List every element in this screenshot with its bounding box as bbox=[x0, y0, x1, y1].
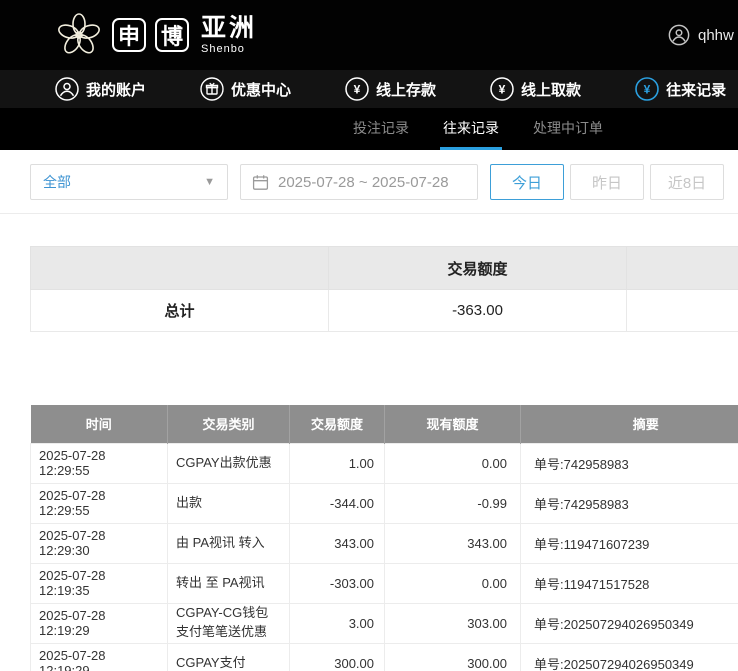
section-divider bbox=[0, 213, 738, 214]
cell-balance: 343.00 bbox=[385, 523, 521, 563]
filter-bar: 全部 ▼ 2025-07-28 ~ 2025-07-28 今日 昨日 近8日 bbox=[0, 150, 738, 200]
cell-memo: 单号:202507294026950349 bbox=[521, 603, 738, 643]
user-avatar-icon bbox=[668, 24, 690, 46]
cell-type: CGPAY出款优惠 bbox=[168, 443, 290, 483]
svg-text:¥: ¥ bbox=[499, 83, 506, 97]
cell-memo: 单号:742958983 bbox=[521, 443, 738, 483]
record-tabs: 投注记录 往来记录 处理中订单 bbox=[0, 108, 738, 150]
summary-amount-header: 交易额度 bbox=[329, 247, 627, 290]
cell-amount: 3.00 bbox=[290, 603, 385, 643]
cell-memo: 单号:119471607239 bbox=[521, 523, 738, 563]
table-row: 2025-07-28 12:29:55 CGPAY出款优惠 1.00 0.00 … bbox=[31, 443, 738, 483]
nav-item-my-account[interactable]: 我的账户 bbox=[55, 77, 146, 101]
cell-time: 2025-07-28 12:19:35 bbox=[31, 563, 168, 603]
summary-empty-header bbox=[627, 247, 738, 290]
quick-range-last8days-button[interactable]: 近8日 bbox=[650, 164, 724, 200]
cell-type: 由 PA视讯 转入 bbox=[168, 523, 290, 563]
cell-time: 2025-07-28 12:29:55 bbox=[31, 483, 168, 523]
flower-logo-icon bbox=[55, 11, 103, 59]
brand-text: 亚洲 Shenbo bbox=[201, 16, 257, 55]
tab-transaction-records[interactable]: 往来记录 bbox=[440, 108, 502, 150]
nav-item-records[interactable]: ¥ 往来记录 bbox=[635, 77, 726, 101]
cell-balance: 0.00 bbox=[385, 563, 521, 603]
tab-bet-records[interactable]: 投注记录 bbox=[350, 108, 412, 150]
quick-range-today-button[interactable]: 今日 bbox=[490, 164, 564, 200]
records-coin-icon: ¥ bbox=[635, 77, 659, 101]
table-row: 2025-07-28 12:19:35 转出 至 PA视讯 -303.00 0.… bbox=[31, 563, 738, 603]
cell-time: 2025-07-28 12:29:30 bbox=[31, 523, 168, 563]
cell-time: 2025-07-28 12:19:29 bbox=[31, 603, 168, 643]
cell-balance: -0.99 bbox=[385, 483, 521, 523]
cell-balance: 0.00 bbox=[385, 443, 521, 483]
cell-balance: 303.00 bbox=[385, 603, 521, 643]
brand-logo[interactable]: 申 博 亚洲 Shenbo bbox=[55, 11, 257, 59]
cell-amount: -344.00 bbox=[290, 483, 385, 523]
nav-item-withdrawal[interactable]: ¥ 线上取款 bbox=[490, 77, 581, 101]
date-range-input[interactable]: 2025-07-28 ~ 2025-07-28 bbox=[240, 164, 478, 200]
cell-amount: 300.00 bbox=[290, 643, 385, 671]
chevron-down-icon: ▼ bbox=[204, 176, 215, 188]
cell-type: 出款 bbox=[168, 483, 290, 523]
brand-name: 亚洲 bbox=[201, 16, 257, 41]
summary-total-label: 总计 bbox=[31, 290, 329, 332]
table-row: 2025-07-28 12:19:29 CGPAY支付 300.00 300.0… bbox=[31, 643, 738, 671]
username-text: qhhw bbox=[698, 27, 734, 44]
gift-icon bbox=[200, 77, 224, 101]
col-header-balance: 现有额度 bbox=[385, 405, 521, 443]
cell-balance: 300.00 bbox=[385, 643, 521, 671]
main-nav: 我的账户 优惠中心 ¥ 线上存款 ¥ bbox=[0, 70, 738, 108]
withdraw-coin-icon: ¥ bbox=[490, 77, 514, 101]
account-icon bbox=[55, 77, 79, 101]
col-header-memo: 摘要 bbox=[521, 405, 738, 443]
nav-item-promotions[interactable]: 优惠中心 bbox=[200, 77, 291, 101]
cell-amount: 343.00 bbox=[290, 523, 385, 563]
cell-type: CGPAY-CG钱包支付笔笔送优惠 bbox=[168, 603, 290, 643]
summary-header-row: 交易额度 bbox=[31, 247, 738, 290]
summary-empty-header bbox=[31, 247, 329, 290]
transactions-header-row: 时间 交易类别 交易额度 现有额度 摘要 bbox=[31, 405, 738, 443]
brand-subtitle: Shenbo bbox=[201, 43, 257, 55]
cell-memo: 单号:742958983 bbox=[521, 483, 738, 523]
cell-type: CGPAY支付 bbox=[168, 643, 290, 671]
transactions-table: 时间 交易类别 交易额度 现有额度 摘要 2025-07-28 12:29:55… bbox=[30, 405, 738, 671]
cell-memo: 单号:202507294026950349 bbox=[521, 643, 738, 671]
nav-item-label: 往来记录 bbox=[666, 79, 726, 100]
cell-time: 2025-07-28 12:29:55 bbox=[31, 443, 168, 483]
col-header-type: 交易类别 bbox=[168, 405, 290, 443]
nav-item-label: 我的账户 bbox=[86, 79, 146, 100]
col-header-amount: 交易额度 bbox=[290, 405, 385, 443]
deposit-coin-icon: ¥ bbox=[345, 77, 369, 101]
nav-item-label: 线上取款 bbox=[521, 79, 581, 100]
table-row: 2025-07-28 12:29:55 出款 -344.00 -0.99 单号:… bbox=[31, 483, 738, 523]
date-range-value: 2025-07-28 ~ 2025-07-28 bbox=[278, 174, 449, 191]
cell-amount: 1.00 bbox=[290, 443, 385, 483]
summary-total-row: 总计 -363.00 bbox=[31, 290, 738, 332]
summary-empty-cell bbox=[627, 290, 738, 332]
user-account-menu[interactable]: qhhw bbox=[668, 0, 734, 70]
nav-item-label: 线上存款 bbox=[376, 79, 436, 100]
table-row: 2025-07-28 12:29:30 由 PA视讯 转入 343.00 343… bbox=[31, 523, 738, 563]
tab-pending-orders[interactable]: 处理中订单 bbox=[530, 108, 606, 150]
svg-text:¥: ¥ bbox=[644, 83, 651, 97]
nav-item-deposit[interactable]: ¥ 线上存款 bbox=[345, 77, 436, 101]
quick-range-yesterday-button[interactable]: 昨日 bbox=[570, 164, 644, 200]
cell-amount: -303.00 bbox=[290, 563, 385, 603]
cell-memo: 单号:119471517528 bbox=[521, 563, 738, 603]
category-select-value: 全部 bbox=[43, 172, 71, 192]
cell-type: 转出 至 PA视讯 bbox=[168, 563, 290, 603]
summary-table: 交易额度 总计 -363.00 bbox=[30, 246, 738, 332]
nav-item-label: 优惠中心 bbox=[231, 79, 291, 100]
col-header-time: 时间 bbox=[31, 405, 168, 443]
quick-range-group: 今日 昨日 近8日 bbox=[490, 164, 724, 200]
logo-char-box: 博 bbox=[155, 18, 189, 52]
category-select[interactable]: 全部 ▼ bbox=[30, 164, 228, 200]
summary-total-value: -363.00 bbox=[329, 290, 627, 332]
top-header: 申 博 亚洲 Shenbo qhhw bbox=[0, 0, 738, 70]
svg-text:¥: ¥ bbox=[354, 83, 361, 97]
calendar-icon bbox=[252, 174, 269, 191]
table-row: 2025-07-28 12:19:29 CGPAY-CG钱包支付笔笔送优惠 3.… bbox=[31, 603, 738, 643]
cell-time: 2025-07-28 12:19:29 bbox=[31, 643, 168, 671]
logo-char-box: 申 bbox=[112, 18, 146, 52]
